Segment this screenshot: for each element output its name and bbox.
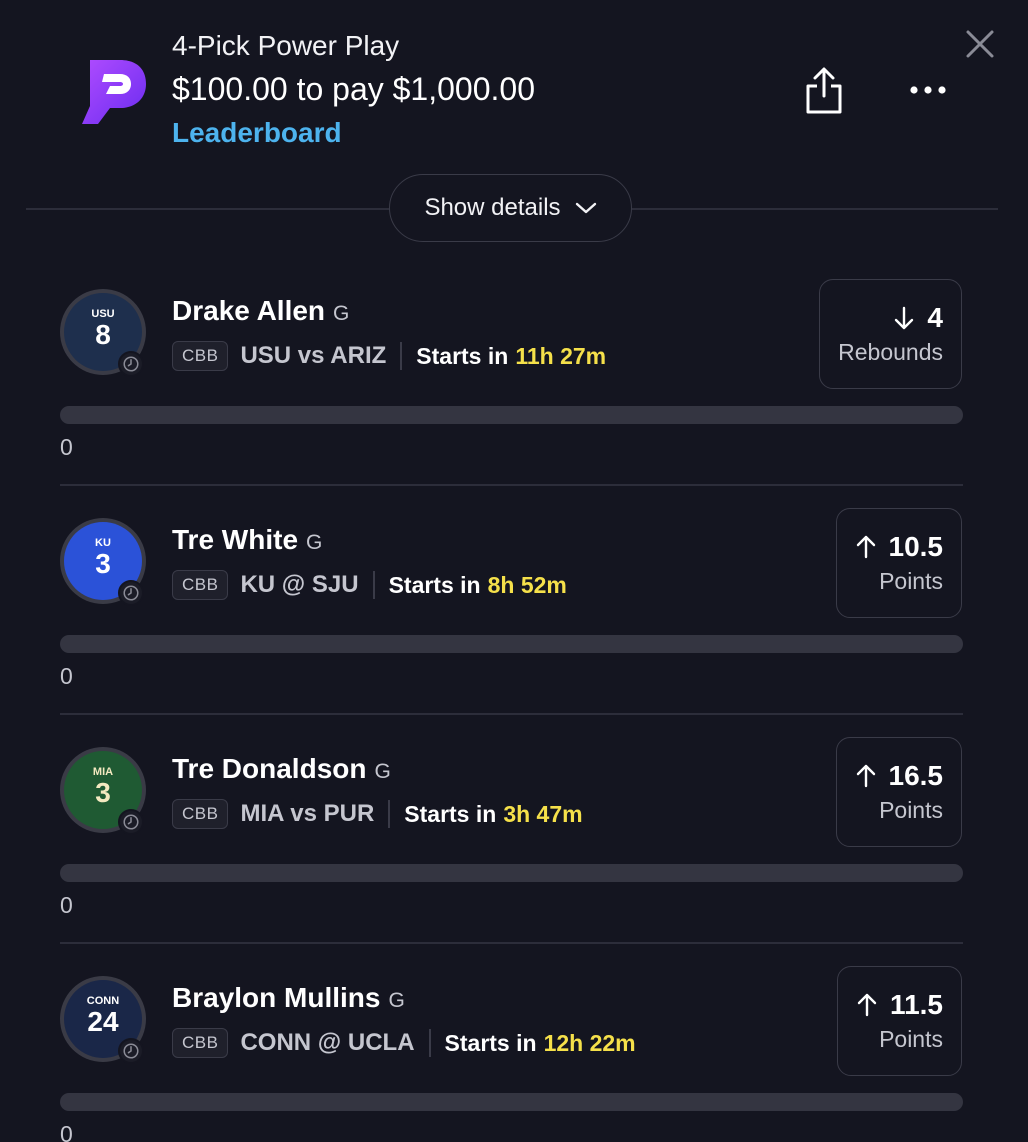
- matchup: USU vs ARIZ: [240, 342, 387, 369]
- pick-row[interactable]: USU 8 Drake Allen G CBB USU vs ARIZ Start…: [0, 279, 1028, 508]
- game-info: CBB CONN @ UCLA Starts in 12h 22m: [172, 1026, 636, 1060]
- starts-countdown: 3h 47m: [503, 800, 583, 827]
- league-badge: CBB: [172, 1028, 229, 1058]
- separator: [388, 800, 391, 828]
- starts-countdown: 8h 52m: [487, 571, 567, 598]
- line-value: 10.5: [888, 531, 944, 562]
- row-divider: [60, 484, 963, 486]
- player-position: G: [374, 760, 391, 783]
- stat-type: Rebounds: [838, 339, 943, 365]
- stat-progress-bar: [60, 864, 963, 882]
- clock-icon: [118, 1038, 144, 1064]
- chevron-down-icon: [575, 202, 596, 214]
- current-stat-value: 0: [60, 434, 73, 460]
- game-info: CBB KU @ SJU Starts in 8h 52m: [172, 568, 567, 602]
- league-badge: CBB: [172, 570, 229, 600]
- entry-stake-payout: $100.00 to pay $1,000.00: [172, 71, 535, 107]
- projection-line-box[interactable]: 4 Rebounds: [819, 279, 962, 389]
- player-name-text: Tre White: [172, 524, 299, 555]
- separator: [428, 1029, 431, 1057]
- matchup: CONN @ UCLA: [240, 1029, 415, 1056]
- current-stat-value: 0: [60, 663, 73, 689]
- game-info: CBB MIA vs PUR Starts in 3h 47m: [172, 797, 583, 831]
- projection-line-box[interactable]: 16.5 Points: [835, 737, 962, 847]
- starts-label: Starts in: [388, 571, 481, 598]
- row-divider: [60, 713, 963, 715]
- starts-label: Starts in: [416, 342, 509, 369]
- stat-type: Points: [879, 568, 943, 594]
- entry-detail-page: 4-Pick Power Play $100.00 to pay $1,000.…: [0, 0, 1028, 1142]
- stat-type: Points: [879, 797, 943, 823]
- prizepicks-logo-icon: [82, 60, 146, 124]
- line-value: 11.5: [890, 989, 943, 1020]
- jersey-number: 3: [95, 548, 111, 579]
- clock-icon: [118, 351, 144, 377]
- player-position: G: [333, 302, 350, 325]
- player-name: Drake Allen G: [172, 293, 349, 332]
- player-position: G: [306, 531, 323, 554]
- pick-row[interactable]: MIA 3 Tre Donaldson G CBB MIA vs PUR Star…: [0, 737, 1028, 966]
- stat-progress-bar: [60, 1093, 963, 1111]
- arrow-up-icon: [856, 535, 875, 559]
- starts-countdown: 11h 27m: [515, 342, 607, 369]
- arrow-down-icon: [895, 306, 914, 330]
- row-divider: [60, 942, 963, 944]
- show-details-button[interactable]: Show details: [389, 174, 632, 242]
- game-info: CBB USU vs ARIZ Starts in 11h 27m: [172, 339, 606, 373]
- player-name: Braylon Mullins G: [172, 980, 405, 1019]
- show-details-label: Show details: [424, 194, 561, 221]
- share-icon[interactable]: [800, 66, 848, 116]
- player-name-text: Braylon Mullins: [172, 982, 381, 1013]
- stat-type: Points: [879, 1026, 943, 1052]
- pick-row[interactable]: CONN 24 Braylon Mullins G CBB CONN @ UCLA…: [0, 966, 1028, 1142]
- jersey-number: 24: [87, 1006, 119, 1037]
- player-position: G: [388, 989, 405, 1012]
- jersey-number: 3: [95, 777, 111, 808]
- projection-line-box[interactable]: 11.5 Points: [837, 966, 962, 1076]
- player-name: Tre White G: [172, 522, 322, 561]
- stat-progress-bar: [60, 406, 963, 424]
- close-icon[interactable]: [962, 26, 998, 62]
- leaderboard-link[interactable]: Leaderboard: [172, 115, 342, 151]
- entry-type-title: 4-Pick Power Play: [172, 30, 400, 61]
- separator: [372, 571, 375, 599]
- matchup: KU @ SJU: [240, 571, 359, 598]
- player-name: Tre Donaldson G: [172, 751, 391, 790]
- clock-icon: [118, 580, 144, 606]
- clock-icon: [118, 809, 144, 835]
- pick-row[interactable]: KU 3 Tre White G CBB KU @ SJU Starts in 8…: [0, 508, 1028, 737]
- current-stat-value: 0: [60, 892, 73, 918]
- arrow-up-icon: [857, 993, 877, 1017]
- line-value: 4: [927, 302, 943, 333]
- jersey-number: 8: [95, 319, 111, 350]
- player-name-text: Tre Donaldson: [172, 753, 367, 784]
- player-name-text: Drake Allen: [172, 295, 326, 326]
- league-badge: CBB: [172, 799, 229, 829]
- separator: [400, 342, 403, 370]
- stat-progress-bar: [60, 635, 963, 653]
- more-icon[interactable]: [904, 76, 952, 104]
- starts-label: Starts in: [404, 800, 497, 827]
- arrow-up-icon: [856, 764, 875, 788]
- matchup: MIA vs PUR: [240, 800, 375, 827]
- starts-label: Starts in: [444, 1029, 537, 1056]
- projection-line-box[interactable]: 10.5 Points: [835, 508, 962, 618]
- current-stat-value: 0: [60, 1121, 73, 1142]
- league-badge: CBB: [172, 341, 229, 371]
- starts-countdown: 12h 22m: [543, 1029, 636, 1056]
- line-value: 16.5: [888, 760, 944, 791]
